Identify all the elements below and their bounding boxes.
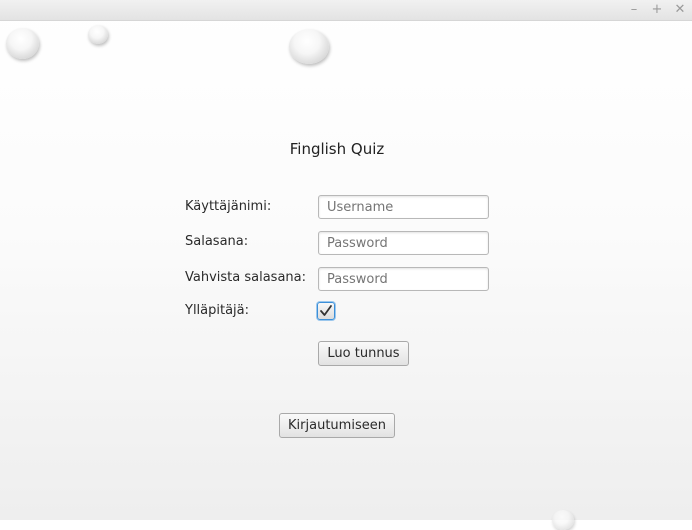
window-titlebar: – + ✕ (0, 0, 692, 21)
decorative-droplet (88, 25, 108, 44)
confirm-password-label: Vahvista salasana: (185, 270, 307, 285)
decorative-droplet (289, 29, 329, 64)
minimize-icon[interactable]: – (626, 2, 642, 18)
admin-label: Ylläpitäjä: (185, 303, 250, 318)
password-field[interactable] (318, 231, 489, 255)
close-icon[interactable]: ✕ (672, 2, 688, 18)
username-field[interactable] (318, 195, 489, 219)
username-label: Käyttäjänimi: (185, 199, 272, 214)
confirm-password-field[interactable] (318, 267, 489, 291)
go-to-login-button[interactable]: Kirjautumiseen (279, 413, 395, 438)
checkmark-icon (320, 305, 332, 316)
admin-checkbox[interactable] (317, 302, 335, 320)
decorative-droplet (6, 28, 39, 59)
page-title: Finglish Quiz (289, 140, 385, 158)
maximize-icon[interactable]: + (649, 2, 665, 18)
decorative-droplet (552, 510, 574, 530)
create-account-button[interactable]: Luo tunnus (318, 341, 409, 366)
password-label: Salasana: (185, 234, 249, 249)
